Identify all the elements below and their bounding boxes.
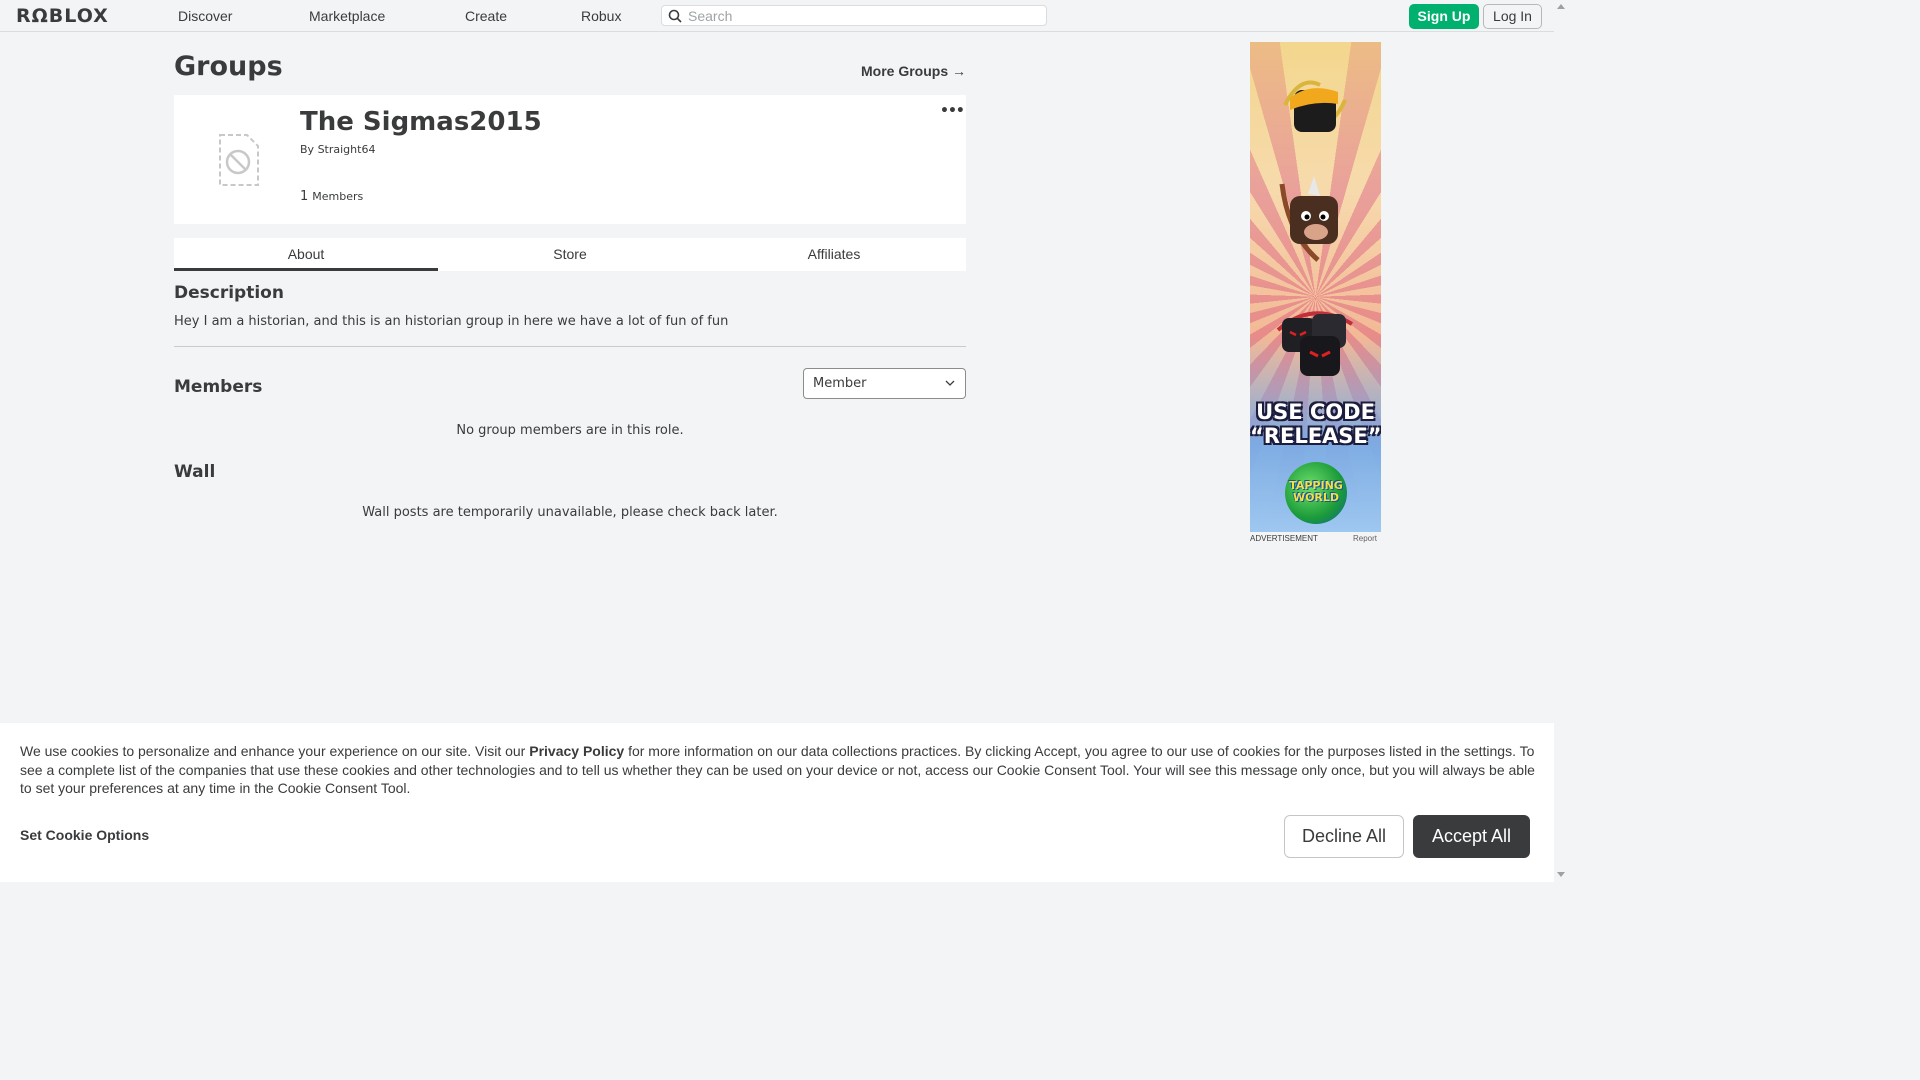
privacy-policy-link[interactable]: Privacy Policy xyxy=(529,743,624,759)
group-name: The Sigmas2015 xyxy=(300,107,542,137)
cookie-consent-banner: We use cookies to personalize and enhanc… xyxy=(0,723,1554,882)
group-header-card: The Sigmas2015 By Straight64 1 Members ••… xyxy=(174,95,966,224)
ad-character-gold-icon xyxy=(1283,80,1347,132)
search-input[interactable] xyxy=(688,7,1038,24)
ad-character-shadow-icon xyxy=(1276,311,1354,376)
member-count-value: 1 xyxy=(300,189,309,204)
scroll-down-arrow-icon[interactable] xyxy=(1557,872,1565,877)
top-navigation: RΩBLOX Discover Marketplace Create Robux… xyxy=(0,0,1568,32)
roblox-logo[interactable]: RΩBLOX xyxy=(16,5,109,27)
advertisement-label: ADVERTISEMENT xyxy=(1250,534,1318,543)
divider xyxy=(174,346,966,347)
advertisement-banner[interactable]: USE CODE “RELEASE” TAPPING WORLD xyxy=(1250,42,1381,532)
group-member-count: 1 Members xyxy=(300,189,363,204)
ad-headline-line-2: “RELEASE” xyxy=(1250,424,1381,448)
group-tabs: About Store Affiliates xyxy=(174,238,966,271)
decline-all-button[interactable]: Decline All xyxy=(1284,815,1404,858)
member-count-label: Members xyxy=(312,190,364,203)
description-heading: Description xyxy=(174,283,284,303)
cookie-text-part-1: We use cookies to personalize and enhanc… xyxy=(20,743,530,759)
role-dropdown[interactable]: Member xyxy=(803,368,966,399)
scroll-up-arrow-icon[interactable] xyxy=(1557,4,1565,9)
search-icon xyxy=(668,9,682,23)
tab-affiliates[interactable]: Affiliates xyxy=(702,238,966,271)
log-in-button[interactable]: Log In xyxy=(1483,4,1542,29)
group-owner-line: By Straight64 xyxy=(300,143,375,156)
accept-all-button[interactable]: Accept All xyxy=(1413,815,1530,858)
wall-heading: Wall xyxy=(174,462,216,482)
members-heading: Members xyxy=(174,377,263,397)
nav-link-robux[interactable]: Robux xyxy=(581,8,621,24)
description-text: Hey I am a historian, and this is an his… xyxy=(174,314,729,329)
tab-store[interactable]: Store xyxy=(438,238,702,271)
group-owner-link[interactable]: Straight64 xyxy=(318,143,376,156)
ad-headline-line-1: USE CODE xyxy=(1256,400,1375,424)
chevron-down-icon xyxy=(945,380,955,386)
ad-headline: USE CODE “RELEASE” xyxy=(1250,400,1381,448)
nav-link-discover[interactable]: Discover xyxy=(178,8,232,24)
ellipsis-icon[interactable]: ••• xyxy=(940,103,965,119)
more-groups-link[interactable]: More Groups → xyxy=(861,63,966,79)
cookie-message: We use cookies to personalize and enhanc… xyxy=(20,742,1540,798)
ad-character-monkey-icon xyxy=(1279,176,1338,262)
sign-up-button[interactable]: Sign Up xyxy=(1409,4,1479,29)
page-scrollbar[interactable] xyxy=(1554,0,1568,882)
nav-link-create[interactable]: Create xyxy=(465,8,507,24)
search-box xyxy=(661,5,1047,26)
page-title: Groups xyxy=(174,51,283,82)
role-dropdown-value: Member xyxy=(813,376,867,391)
members-empty-message: No group members are in this role. xyxy=(456,423,684,438)
ad-logo-text-2: WORLD xyxy=(1292,491,1340,504)
ad-report-link[interactable]: Report xyxy=(1353,534,1377,543)
by-label: By xyxy=(300,143,315,156)
nav-link-marketplace[interactable]: Marketplace xyxy=(309,8,385,24)
set-cookie-options-link[interactable]: Set Cookie Options xyxy=(20,827,149,843)
wall-empty-message: Wall posts are temporarily unavailable, … xyxy=(362,505,778,520)
tab-about[interactable]: About xyxy=(174,238,438,271)
group-thumbnail-unavailable-icon xyxy=(219,134,259,186)
ad-game-logo: TAPPING WORLD xyxy=(1285,462,1347,524)
